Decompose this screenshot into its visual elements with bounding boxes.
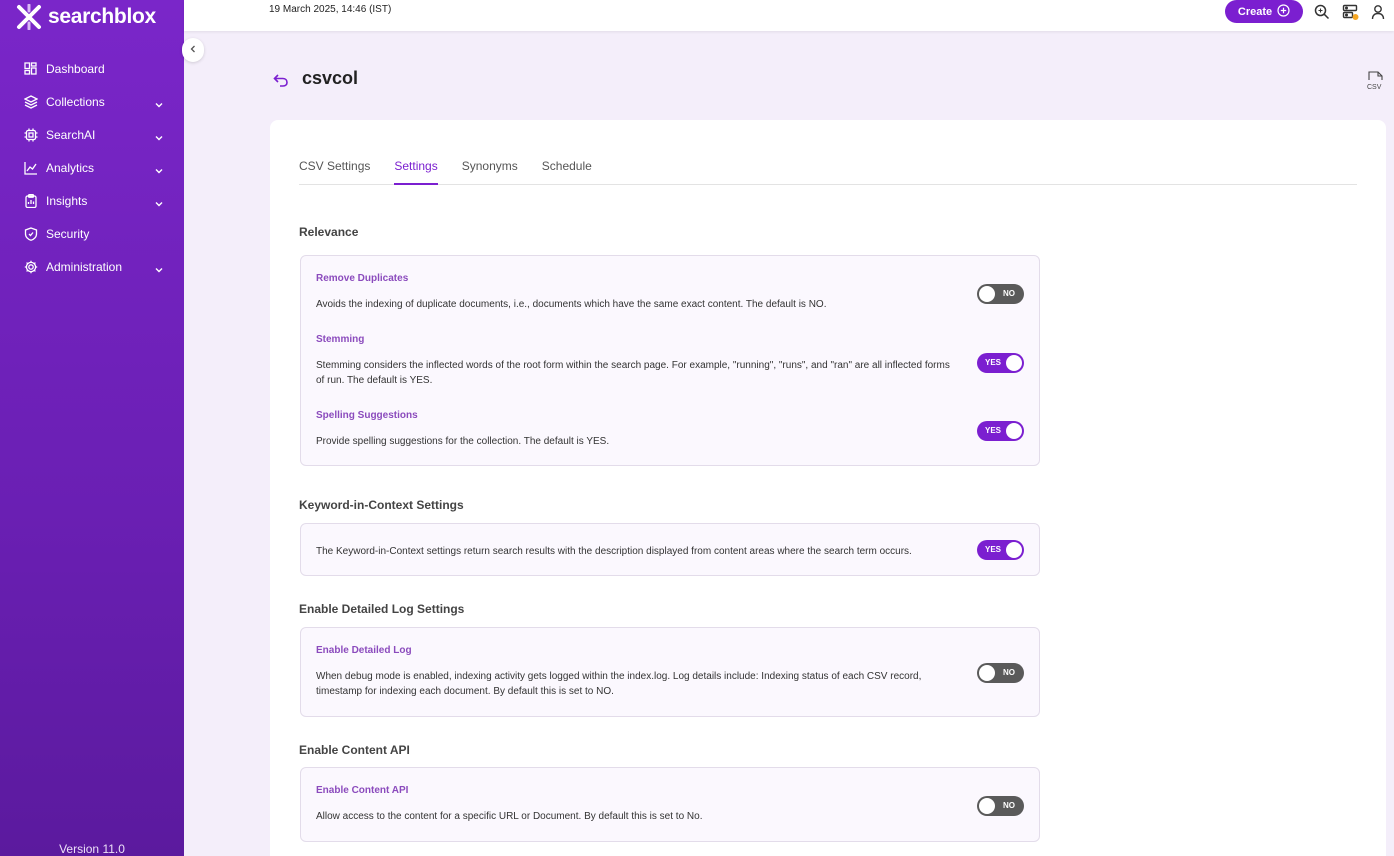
kwic-toggle[interactable]: YES xyxy=(977,540,1024,560)
toggle-knob xyxy=(979,286,995,302)
layers-icon xyxy=(23,94,38,109)
content-api-title: Enable Content API xyxy=(316,785,409,796)
stemming-title: Stemming xyxy=(316,334,365,345)
remove-duplicates-desc: Avoids the indexing of duplicate documen… xyxy=(316,299,827,310)
kwic-box: The Keyword-in-Context settings return s… xyxy=(300,523,1040,576)
clipboard-icon xyxy=(23,193,38,208)
chevron-down-icon xyxy=(154,262,164,272)
section-title-content-api: Enable Content API xyxy=(299,743,410,757)
toggle-knob xyxy=(1006,355,1022,371)
section-title-kwic: Keyword-in-Context Settings xyxy=(299,498,464,512)
relevance-box: Remove Duplicates Avoids the indexing of… xyxy=(300,255,1040,466)
toggle-knob xyxy=(1006,542,1022,558)
logo[interactable]: searchblox xyxy=(16,2,156,32)
toggle-knob xyxy=(1006,423,1022,439)
sidebar-item-label: Security xyxy=(46,226,90,241)
sidebar-item-searchai[interactable]: SearchAI xyxy=(0,118,184,151)
sidebar-item-dashboard[interactable]: Dashboard xyxy=(0,52,184,85)
toggle-state: YES xyxy=(985,358,1002,367)
server-status-icon[interactable] xyxy=(1341,3,1359,21)
sidebar-item-label: Dashboard xyxy=(46,61,105,76)
sidebar-item-label: Administration xyxy=(46,259,123,274)
create-button[interactable]: Create xyxy=(1225,0,1303,23)
toggle-knob xyxy=(979,665,995,681)
sidebar-nav: Dashboard Collections SearchAI Analytics xyxy=(0,52,184,283)
chevron-down-icon xyxy=(154,130,164,140)
csv-export-icon[interactable]: CSV xyxy=(1366,70,1386,92)
kwic-desc: The Keyword-in-Context settings return s… xyxy=(316,546,912,557)
searchblox-logo-icon xyxy=(16,3,42,31)
detailed-log-box: Enable Detailed Log When debug mode is e… xyxy=(300,627,1040,717)
detailed-log-desc: When debug mode is enabled, indexing act… xyxy=(316,671,922,697)
detailed-log-title: Enable Detailed Log xyxy=(316,645,412,656)
stemming-toggle[interactable]: YES xyxy=(977,353,1024,373)
chevron-down-icon xyxy=(154,97,164,107)
toggle-state: YES xyxy=(985,426,1002,435)
detailed-log-toggle[interactable]: NO xyxy=(977,663,1024,683)
sidebar-item-security[interactable]: Security xyxy=(0,217,184,250)
page-title: csvcol xyxy=(302,68,359,88)
sidebar-item-label: SearchAI xyxy=(46,127,96,142)
dashboard-icon xyxy=(23,61,38,76)
tab-bar: CSV Settings Settings Synonyms Schedule xyxy=(299,156,1357,185)
current-datetime: 19 March 2025, 14:46 (IST) xyxy=(269,4,392,15)
chevron-down-icon xyxy=(154,196,164,206)
tab-synonyms[interactable]: Synonyms xyxy=(462,156,518,185)
chevron-left-icon xyxy=(188,41,198,59)
top-bar: 19 March 2025, 14:46 (IST) Create xyxy=(184,0,1394,31)
chip-icon xyxy=(23,127,38,142)
sidebar-item-administration[interactable]: Administration xyxy=(0,250,184,283)
sidebar-item-label: Collections xyxy=(46,94,105,109)
section-title-relevance: Relevance xyxy=(299,225,359,239)
tab-schedule[interactable]: Schedule xyxy=(542,156,592,185)
tab-settings[interactable]: Settings xyxy=(394,156,438,185)
remove-duplicates-toggle[interactable]: NO xyxy=(977,284,1024,304)
toggle-state: NO xyxy=(1003,668,1015,677)
sidebar-item-label: Analytics xyxy=(46,160,95,175)
shield-icon xyxy=(23,226,38,241)
sidebar: searchblox Dashboard Collections SearchA… xyxy=(0,0,184,856)
section-title-detailed-log: Enable Detailed Log Settings xyxy=(299,602,465,616)
sidebar-item-collections[interactable]: Collections xyxy=(0,85,184,118)
spelling-suggestions-desc: Provide spelling suggestions for the col… xyxy=(316,436,610,447)
csv-icon-text: CSV xyxy=(1367,84,1382,91)
toggle-state: NO xyxy=(1003,801,1015,810)
remove-duplicates-title: Remove Duplicates xyxy=(316,273,409,284)
settings-card: CSV Settings Settings Synonyms Schedule … xyxy=(270,120,1386,856)
toggle-state: YES xyxy=(985,545,1002,554)
collapse-sidebar-button[interactable] xyxy=(182,38,204,62)
content-api-toggle[interactable]: NO xyxy=(977,796,1024,816)
chart-icon xyxy=(23,160,38,175)
tab-csv-settings[interactable]: CSV Settings xyxy=(299,156,370,185)
content-api-box: Enable Content API Allow access to the c… xyxy=(300,767,1040,842)
spelling-suggestions-toggle[interactable]: YES xyxy=(977,421,1024,441)
content-api-desc: Allow access to the content for a specif… xyxy=(316,811,703,822)
sidebar-item-label: Insights xyxy=(46,193,88,208)
chevron-down-icon xyxy=(154,163,164,173)
user-icon[interactable] xyxy=(1369,3,1387,21)
toggle-state: NO xyxy=(1003,289,1015,298)
spelling-suggestions-title: Spelling Suggestions xyxy=(316,410,418,421)
create-button-label: Create xyxy=(1237,5,1273,18)
version-label: Version 11.0 xyxy=(59,842,125,856)
gear-icon xyxy=(23,259,38,274)
back-icon[interactable] xyxy=(272,71,290,89)
stemming-desc: Stemming considers the inflected words o… xyxy=(316,360,950,386)
toggle-knob xyxy=(979,798,995,814)
plus-circle-icon xyxy=(1277,3,1290,20)
app-name: searchblox xyxy=(48,5,156,28)
sidebar-item-analytics[interactable]: Analytics xyxy=(0,151,184,184)
search-icon[interactable] xyxy=(1313,3,1331,21)
sidebar-item-insights[interactable]: Insights xyxy=(0,184,184,217)
